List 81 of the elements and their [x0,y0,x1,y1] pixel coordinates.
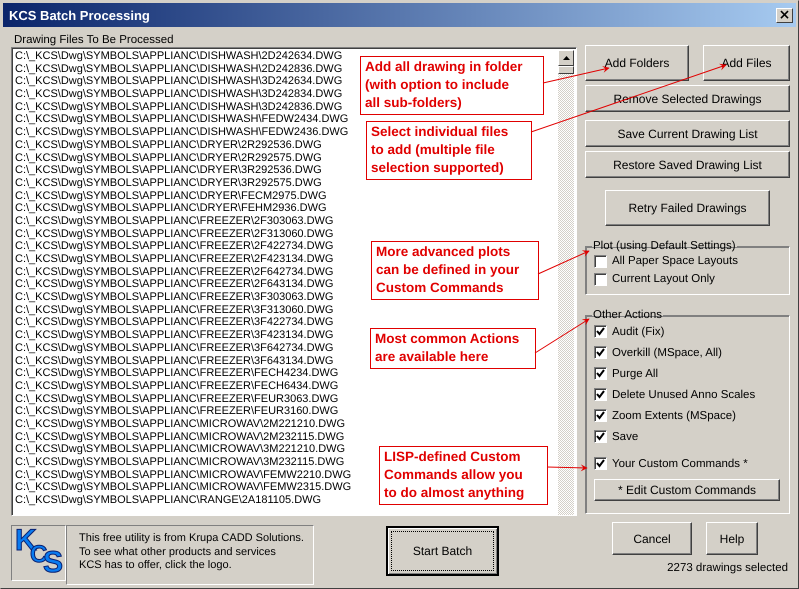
group-title: Plot (using Default Settings) [592,240,737,252]
file-path[interactable]: C:\_KCS\Dwg\SYMBOLS\APPLIANC\FREEZER\FEUR3063.DWG [15,392,338,406]
restore-list-button[interactable]: Restore Saved Drawing List [585,151,790,178]
leader-line [534,318,590,354]
file-path[interactable]: C:\_KCS\Dwg\SYMBOLS\APPLIANC\DISHWASH\3D242836.DWG [15,100,342,114]
file-path[interactable]: C:\_KCS\Dwg\SYMBOLS\APPLIANC\FREEZER\2F423134.DWG [15,253,334,266]
status-text: 2273 drawings selected [667,562,788,574]
file-path[interactable]: C:\_KCS\Dwg\SYMBOLS\APPLIANC\FREEZER\FECH4234.DWG [15,367,338,380]
callout: More advanced plots can be defined in your Custom Commands [371,241,539,300]
file-path[interactable]: C:\_KCS\Dwg\SYMBOLS\APPLIANC\DRYER\FECM2975.DWG [15,190,327,202]
help-button[interactable]: Help [706,522,758,555]
window-title: KCS Batch Processing [9,8,150,22]
file-path[interactable]: C:\_KCS\Dwg\SYMBOLS\APPLIANC\FREEZER\2F642734.DWG [15,266,334,278]
option-label: Current Layout Only [612,273,715,285]
leader-line [538,250,590,274]
file-path[interactable]: C:\_KCS\Dwg\SYMBOLS\APPLIANC\DISHWASH\FEDW2434.DWG [15,113,348,126]
checkbox[interactable] [594,272,607,286]
file-path[interactable]: C:\_KCS\Dwg\SYMBOLS\APPLIANC\DISHWASH\3D242634.DWG [15,75,342,88]
callout: Most common Actions are available here [370,328,536,369]
file-path[interactable]: C:\_KCS\Dwg\SYMBOLS\APPLIANC\MICROWAV\FEMW2210.DWG [15,468,352,482]
file-path[interactable]: C:\_KCS\Dwg\SYMBOLS\APPLIANC\FREEZER\3F422734.DWG [15,316,334,330]
file-path[interactable]: C:\_KCS\Dwg\SYMBOLS\APPLIANC\FREEZER\3F303063.DWG [15,291,334,304]
option-label: Your Custom Commands * [612,458,748,470]
close-button[interactable]: × [776,8,793,22]
option-label: Overkill (MSpace, All) [612,346,722,358]
callout: Select individual files to add (multiple file selection supported) [366,121,532,180]
list-label: Drawing Files To Be Processed [14,34,175,47]
checkbox[interactable] [594,409,607,422]
callout: LISP-defined Custom Commands allow you to do almost anything [379,446,548,505]
file-path[interactable]: C:\_KCS\Dwg\SYMBOLS\APPLIANC\RANGE\2A181105.DWG [15,494,322,507]
info-text: This free utility is from Krupa CADD Solutions. To see what other products and services KCS has to offer, click the logo. [66,525,314,585]
checkbox[interactable] [594,346,607,359]
file-path[interactable]: C:\_KCS\Dwg\SYMBOLS\APPLIANC\MICROWAV\2M232115.DWG [15,430,344,444]
add-files-button[interactable]: Add Files [703,45,790,81]
callout: Add all drawing in folder (with option to include all sub-folders) [360,56,544,115]
option-label: Save [612,430,638,442]
checkbox[interactable] [594,430,607,443]
file-path[interactable]: C:\_KCS\Dwg\SYMBOLS\APPLIANC\DISHWASH\2D242836.DWG [15,62,342,76]
option-label: Purge All [612,368,658,380]
group-title: Other Actions [592,309,664,321]
file-path[interactable]: C:\_KCS\Dwg\SYMBOLS\APPLIANC\DISHWASH\3D242834.DWG [15,88,342,101]
add-folders-button[interactable]: Add Folders [585,45,689,81]
file-path[interactable]: C:\_KCS\Dwg\SYMBOLS\APPLIANC\MICROWAV\3M232115.DWG [15,456,344,469]
checkbox[interactable] [594,457,607,470]
cancel-button[interactable]: Cancel [612,522,692,555]
checkbox[interactable] [594,254,607,268]
option-label: Zoom Extents (MSpace) [612,410,736,422]
file-path[interactable]: C:\_KCS\Dwg\SYMBOLS\APPLIANC\DRYER\3R292575.DWG [15,176,322,190]
edit-commands-button[interactable]: * Edit Custom Commands [594,479,780,501]
file-path[interactable]: C:\_KCS\Dwg\SYMBOLS\APPLIANC\FREEZER\3F643134.DWG [15,354,334,368]
file-path[interactable]: C:\_KCS\Dwg\SYMBOLS\APPLIANC\FREEZER\FEUR3160.DWG [15,405,338,418]
save-list-button[interactable]: Save Current Drawing List [585,120,790,147]
file-path[interactable]: C:\_KCS\Dwg\SYMBOLS\APPLIANC\FREEZER\3F423134.DWG [15,329,334,342]
start-batch-button[interactable]: Start Batch [386,526,499,576]
leader-line [546,464,588,472]
file-path[interactable]: C:\_KCS\Dwg\SYMBOLS\APPLIANC\FREEZER\2F313060.DWG [15,228,334,240]
scroll-up-button[interactable] [558,50,574,66]
file-path[interactable]: C:\_KCS\Dwg\SYMBOLS\APPLIANC\MICROWAV\2M221210.DWG [15,418,346,431]
file-path[interactable]: C:\_KCS\Dwg\SYMBOLS\APPLIANC\FREEZER\2F422734.DWG [15,240,334,253]
up-arrow-icon [562,56,570,60]
file-path[interactable]: C:\_KCS\Dwg\SYMBOLS\APPLIANC\DISHWASH\2D242634.DWG [15,50,342,63]
checkbox[interactable] [594,367,607,380]
checkbox[interactable] [594,325,607,338]
file-path[interactable]: C:\_KCS\Dwg\SYMBOLS\APPLIANC\MICROWAV\3M221210.DWG [15,443,346,456]
checkbox[interactable] [594,388,607,401]
option-label: Delete Unused Anno Scales [612,388,756,400]
file-path[interactable]: C:\_KCS\Dwg\SYMBOLS\APPLIANC\DISHWASH\FEDW2436.DWG [15,126,348,139]
file-path[interactable]: C:\_KCS\Dwg\SYMBOLS\APPLIANC\FREEZER\2F303063.DWG [15,214,334,228]
option-label: Audit (Fix) [612,326,664,338]
file-path[interactable]: C:\_KCS\Dwg\SYMBOLS\APPLIANC\FREEZER\3F642734.DWG [15,342,334,354]
file-path[interactable]: C:\_KCS\Dwg\SYMBOLS\APPLIANC\DRYER\2R292575.DWG [15,152,322,164]
file-path[interactable]: C:\_KCS\Dwg\SYMBOLS\APPLIANC\FREEZER\2F643134.DWG [15,278,334,292]
file-path[interactable]: C:\_KCS\Dwg\SYMBOLS\APPLIANC\FREEZER\3F313060.DWG [15,304,334,316]
retry-button[interactable]: Retry Failed Drawings [605,190,770,226]
scroll-thumb[interactable] [558,66,574,74]
file-path[interactable]: C:\_KCS\Dwg\SYMBOLS\APPLIANC\MICROWAV\FEMW2315.DWG [15,481,352,494]
file-path[interactable]: C:\_KCS\Dwg\SYMBOLS\APPLIANC\DRYER\FEHM2936.DWG [15,202,327,215]
file-path[interactable]: C:\_KCS\Dwg\SYMBOLS\APPLIANC\DRYER\3R292536.DWG [15,164,322,177]
file-path[interactable]: C:\_KCS\Dwg\SYMBOLS\APPLIANC\FREEZER\FECH6434.DWG [15,380,338,393]
file-path[interactable]: C:\_KCS\Dwg\SYMBOLS\APPLIANC\DRYER\2R292536.DWG [15,138,322,152]
option-label: All Paper Space Layouts [612,255,738,267]
